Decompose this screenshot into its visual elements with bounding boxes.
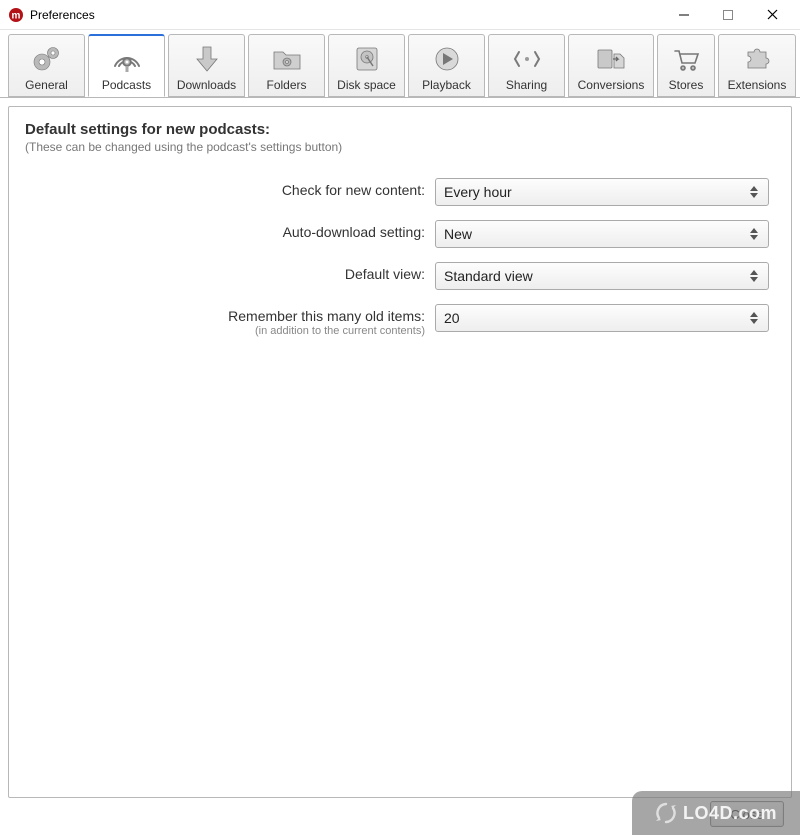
svg-text:m: m (12, 10, 21, 21)
remember-items-label: Remember this many old items: (228, 308, 425, 324)
tab-folders[interactable]: Folders (248, 34, 325, 97)
minimize-button[interactable] (662, 1, 706, 29)
download-icon (190, 42, 224, 76)
updown-icon (750, 266, 764, 286)
default-view-value: Standard view (444, 268, 533, 284)
tab-downloads[interactable]: Downloads (168, 34, 245, 97)
default-view-label: Default view: (345, 266, 425, 282)
tab-general[interactable]: General (8, 34, 85, 97)
remember-items-hint: (in addition to the current contents) (25, 325, 425, 337)
tab-label: Sharing (506, 78, 547, 92)
updown-icon (750, 182, 764, 202)
remember-items-spinner[interactable]: 20 (435, 304, 769, 332)
folder-gear-icon (270, 42, 304, 76)
tab-label: Folders (266, 78, 306, 92)
close-button[interactable]: Close (710, 801, 784, 827)
autodownload-value: New (444, 226, 472, 242)
tab-label: Extensions (728, 78, 787, 92)
window-title: Preferences (30, 8, 95, 22)
tab-label: Disk space (337, 78, 396, 92)
hard-drive-icon (350, 42, 384, 76)
titlebar: m Preferences (0, 0, 800, 30)
tab-label: Podcasts (102, 78, 151, 92)
tab-stores[interactable]: Stores (657, 34, 715, 97)
tab-conversions[interactable]: Conversions (568, 34, 654, 97)
check-content-combo[interactable]: Every hour (435, 178, 769, 206)
tabs-toolbar: General Podcasts Downloads (0, 30, 800, 98)
tab-label: General (25, 78, 68, 92)
gears-icon (30, 42, 64, 76)
tab-label: Playback (422, 78, 471, 92)
tab-extensions[interactable]: Extensions (718, 34, 796, 97)
section-subheading: (These can be changed using the podcast'… (25, 140, 775, 154)
tab-sharing[interactable]: Sharing (488, 34, 565, 97)
tab-label: Stores (669, 78, 704, 92)
autodownload-label: Auto-download setting: (283, 224, 425, 240)
conversions-icon (594, 42, 628, 76)
close-window-button[interactable] (750, 1, 794, 29)
sharing-icon (510, 42, 544, 76)
tab-label: Downloads (177, 78, 236, 92)
podcast-icon (110, 42, 144, 76)
tab-podcasts[interactable]: Podcasts (88, 34, 165, 97)
section-heading: Default settings for new podcasts: (25, 121, 775, 138)
close-button-label: Close (730, 807, 763, 822)
check-content-label: Check for new content: (282, 182, 425, 198)
updown-icon (750, 308, 764, 328)
tab-panel-podcasts: Default settings for new podcasts: (Thes… (8, 106, 792, 798)
autodownload-combo[interactable]: New (435, 220, 769, 248)
dialog-footer: Close (0, 793, 800, 835)
puzzle-icon (740, 42, 774, 76)
play-icon (430, 42, 464, 76)
tab-label: Conversions (578, 78, 645, 92)
app-icon: m (8, 7, 24, 23)
default-view-combo[interactable]: Standard view (435, 262, 769, 290)
tab-playback[interactable]: Playback (408, 34, 485, 97)
cart-icon (669, 42, 703, 76)
maximize-button[interactable] (706, 1, 750, 29)
remember-items-value: 20 (444, 310, 460, 326)
check-content-value: Every hour (444, 184, 512, 200)
tab-diskspace[interactable]: Disk space (328, 34, 405, 97)
updown-icon (750, 224, 764, 244)
